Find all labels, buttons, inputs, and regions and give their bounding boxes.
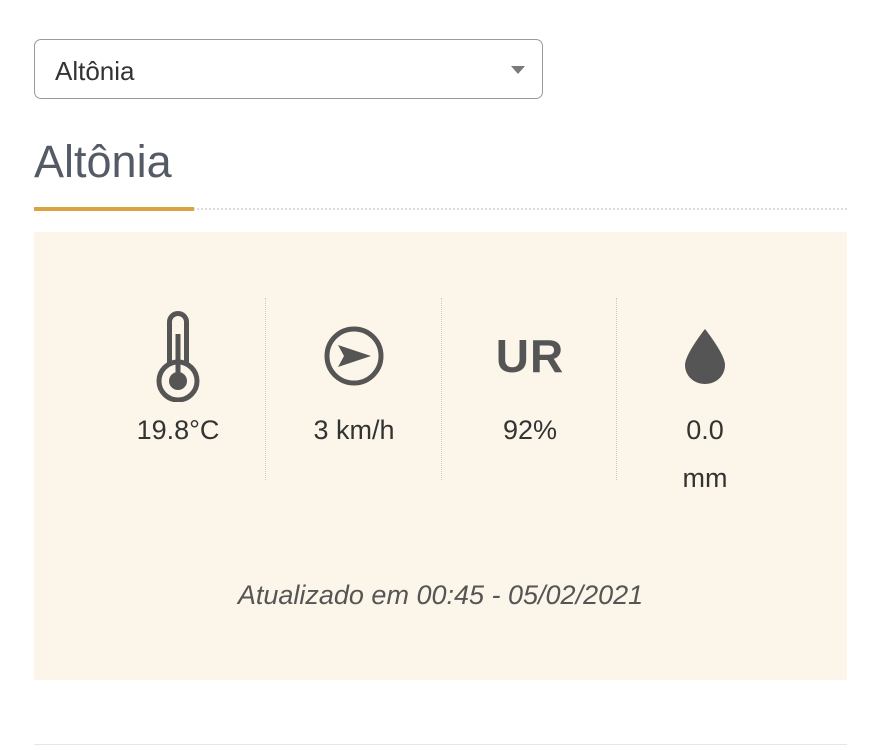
location-select-value: Altônia bbox=[55, 56, 135, 86]
wind-value: 3 km/h bbox=[313, 415, 395, 445]
rain-unit: mm bbox=[682, 463, 728, 493]
footer-divider bbox=[34, 744, 847, 745]
last-updated-text: Atualizado em 00:45 - 05/02/2021 bbox=[237, 580, 644, 610]
temperature-value: 19.8°C bbox=[136, 415, 220, 445]
wind-stat: 3 km/h bbox=[266, 298, 442, 528]
rain-value: 0.0 bbox=[686, 415, 724, 445]
humidity-stat: UR 92% bbox=[442, 298, 618, 528]
page-title: Altônia bbox=[34, 136, 172, 187]
thermometer-icon bbox=[90, 308, 266, 404]
rain-stat: 0.0 mm bbox=[617, 298, 793, 528]
weather-card: 19.8°C 3 km/h UR 92% 0.0 mm Atualizado e… bbox=[34, 232, 847, 680]
title-accent-underline bbox=[34, 207, 194, 211]
temperature-stat: 19.8°C bbox=[90, 298, 266, 528]
humidity-value: 92% bbox=[502, 415, 558, 445]
chevron-down-icon bbox=[511, 66, 525, 74]
humidity-icon: UR bbox=[442, 308, 618, 404]
wind-direction-icon bbox=[266, 308, 442, 404]
humidity-icon-label: UR bbox=[495, 330, 565, 382]
raindrop-icon bbox=[617, 308, 793, 404]
location-select[interactable]: Altônia bbox=[34, 39, 543, 99]
